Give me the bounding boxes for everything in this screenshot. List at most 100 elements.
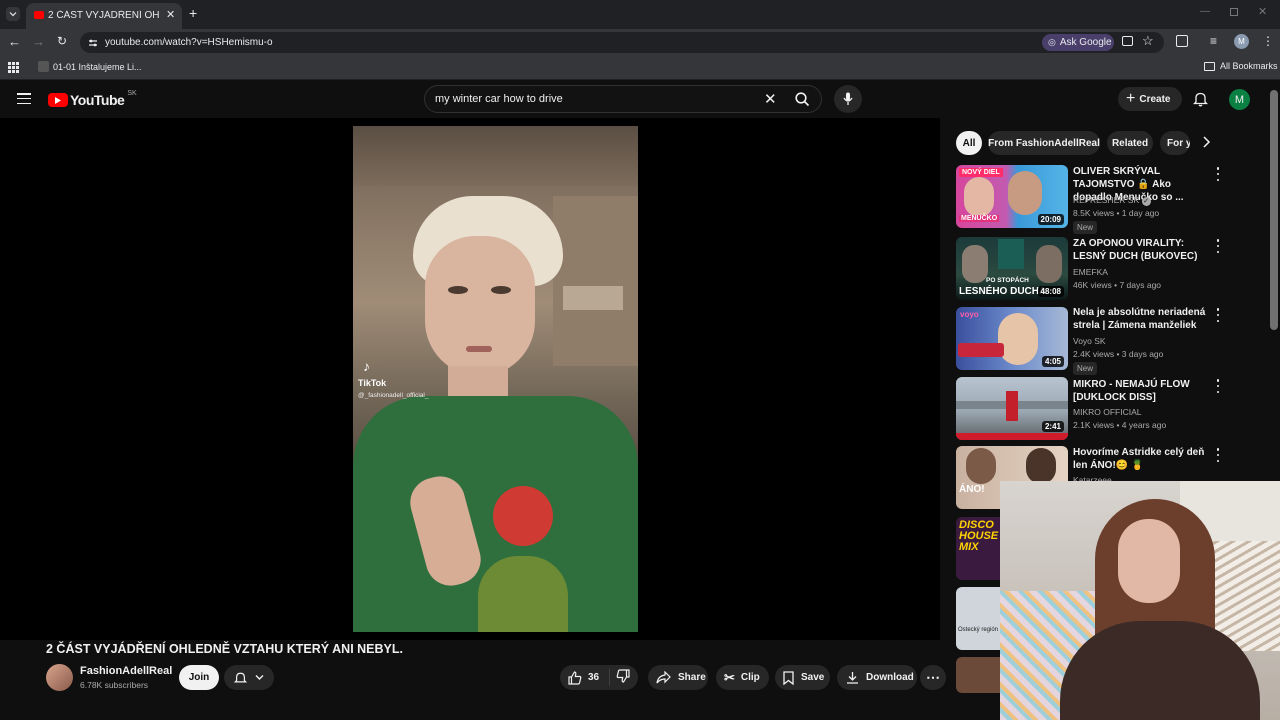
save-label: Save bbox=[801, 672, 825, 683]
more-options-icon[interactable] bbox=[1212, 167, 1224, 181]
apps-grid-icon[interactable] bbox=[8, 62, 19, 73]
more-actions-icon[interactable]: ⋯ bbox=[920, 665, 946, 690]
video-thumbnail[interactable]: 2:41 bbox=[956, 377, 1068, 440]
channel-name[interactable]: FashionAdellReal bbox=[80, 665, 172, 677]
more-options-icon[interactable] bbox=[1212, 239, 1224, 253]
download-button[interactable]: Download bbox=[837, 665, 917, 690]
recommendation-meta: 8.5K views • 1 day ago bbox=[1073, 208, 1160, 218]
lens-icon: ◎ bbox=[1048, 37, 1056, 47]
bookmark-star-icon[interactable]: ☆ bbox=[1142, 33, 1154, 49]
active-tab[interactable]: 2 ČÁST VYJÁDŘENÍ OHLEDNÉ V ✕ bbox=[26, 3, 182, 29]
bell-icon bbox=[234, 672, 247, 683]
url-text: youtube.com/watch?v=HSHemismu-o bbox=[105, 37, 273, 48]
more-options-icon[interactable] bbox=[1212, 448, 1224, 462]
account-avatar[interactable]: M bbox=[1229, 89, 1250, 110]
clip-button[interactable]: ✂ Clip bbox=[716, 665, 769, 690]
bookmarks-bar: 01-01 Inštalujeme Li... All Bookmarks bbox=[0, 56, 1280, 80]
recommendation-title[interactable]: Hovoríme Astridke celý deň len ÁNO!😊 🍍 bbox=[1073, 446, 1208, 472]
video-thumbnail[interactable]: DISCO HOUSE MIX bbox=[956, 517, 1006, 580]
reading-list-icon[interactable]: ≡ bbox=[1210, 34, 1217, 48]
recommendation-meta: 2.1K views • 4 years ago bbox=[1073, 420, 1167, 430]
close-tab-icon[interactable]: ✕ bbox=[166, 8, 175, 21]
verified-badge-icon: ✓ bbox=[1141, 197, 1151, 206]
share-button[interactable]: Share bbox=[648, 665, 708, 690]
browser-menu-icon[interactable]: ⋮ bbox=[1262, 34, 1274, 48]
reload-icon[interactable]: ↻ bbox=[57, 34, 67, 48]
restore-icon[interactable] bbox=[1230, 8, 1238, 16]
chip-related[interactable]: Related bbox=[1107, 131, 1153, 155]
search-box[interactable]: my winter car how to drive ✕ bbox=[424, 85, 822, 113]
more-options-icon[interactable] bbox=[1212, 379, 1224, 393]
save-button[interactable]: Save bbox=[775, 665, 830, 690]
join-button[interactable]: Join bbox=[179, 665, 219, 690]
channel-avatar[interactable] bbox=[46, 664, 73, 691]
subscription-bell-button[interactable] bbox=[224, 665, 274, 690]
tab-title: 2 ČÁST VYJÁDŘENÍ OHLEDNÉ V bbox=[48, 10, 160, 21]
more-options-icon[interactable] bbox=[1212, 308, 1224, 322]
ask-google-label: Ask Google bbox=[1059, 37, 1112, 48]
new-tab-icon[interactable]: + bbox=[189, 5, 197, 21]
create-button[interactable]: + Create bbox=[1118, 87, 1182, 111]
download-label: Download bbox=[866, 672, 914, 683]
like-count: 36 bbox=[588, 672, 600, 683]
clear-search-icon[interactable]: ✕ bbox=[764, 90, 777, 108]
video-thumbnail[interactable]: NOVÝ DIEL MENUČKO 20:09 bbox=[956, 165, 1068, 228]
voice-search-button[interactable] bbox=[834, 85, 862, 113]
video-thumbnail[interactable] bbox=[956, 657, 1006, 693]
download-icon bbox=[847, 672, 858, 684]
recommendation-title[interactable]: MIKRO - NEMAJÚ FLOW [DUKLOCK DISS] bbox=[1073, 378, 1208, 404]
scissors-icon: ✂ bbox=[724, 669, 735, 685]
recommendation-meta: 2.4K views • 3 days ago bbox=[1073, 349, 1164, 359]
video-thumbnail[interactable]: Ostecký región bbox=[956, 587, 1006, 650]
youtube-logo[interactable]: YouTube SK bbox=[48, 90, 137, 108]
thumbnail-text: PO STOPÁCH bbox=[986, 277, 1029, 284]
ask-google-button[interactable]: ◎ Ask Google bbox=[1042, 34, 1114, 51]
chip-all[interactable]: All bbox=[956, 131, 982, 155]
video-thumbnail[interactable]: PO STOPÁCH LESNÉHO DUCHA 48:08 bbox=[956, 237, 1068, 300]
bookmark-item[interactable]: 01-01 Inštalujeme Li... bbox=[38, 61, 142, 72]
save-bookmark-icon bbox=[783, 670, 794, 685]
like-button[interactable]: 36 bbox=[560, 669, 610, 686]
clip-label: Clip bbox=[740, 672, 760, 683]
video-title: 2 ČÁST VYJÁDŘENÍ OHLEDNĚ VZTAHU KTERÝ AN… bbox=[46, 642, 403, 656]
bookmark-favicon-icon bbox=[38, 61, 49, 72]
chip-from-channel[interactable]: From FashionAdellReal bbox=[988, 131, 1100, 155]
thumbnail-text: MENUČKO bbox=[959, 215, 1000, 222]
cast-icon[interactable] bbox=[1122, 36, 1133, 46]
minimize-icon[interactable]: — bbox=[1200, 6, 1210, 17]
thumbnail-text: ÁNO! bbox=[959, 484, 985, 495]
back-icon[interactable]: ← bbox=[8, 34, 21, 49]
page-scrollbar-thumb[interactable] bbox=[1270, 90, 1278, 330]
duration-badge: 48:08 bbox=[1037, 286, 1064, 297]
all-bookmarks-button[interactable]: All Bookmarks bbox=[1204, 61, 1278, 71]
youtube-play-logo-icon bbox=[48, 93, 68, 107]
chip-for-you[interactable]: For y bbox=[1160, 131, 1190, 155]
youtube-favicon-icon bbox=[34, 11, 44, 19]
video-player[interactable]: ♪ TikTok @_fashionadell_official_ bbox=[0, 118, 940, 640]
chevron-right-icon[interactable] bbox=[1201, 135, 1211, 154]
search-input[interactable]: my winter car how to drive bbox=[435, 93, 563, 105]
close-window-icon[interactable]: ✕ bbox=[1258, 5, 1267, 18]
recommendation-channel: Voyo SK bbox=[1073, 336, 1106, 346]
profile-avatar[interactable]: M bbox=[1234, 34, 1249, 49]
dislike-button[interactable] bbox=[610, 669, 630, 686]
search-icon[interactable] bbox=[795, 92, 810, 112]
site-info-icon[interactable] bbox=[87, 36, 99, 48]
all-bookmarks-label: All Bookmarks bbox=[1220, 61, 1278, 71]
recommendation-title[interactable]: Nela je absolútne neriadená strela | Zám… bbox=[1073, 306, 1208, 332]
thumbnail-text: NOVÝ DIEL bbox=[959, 168, 1003, 177]
hamburger-menu-icon[interactable] bbox=[17, 93, 31, 104]
recommendation-title[interactable]: ZA OPONOU VIRALITY: LESNÝ DUCH (BUKOVEC) bbox=[1073, 237, 1208, 263]
forward-icon[interactable]: → bbox=[32, 34, 45, 49]
extensions-icon[interactable] bbox=[1176, 35, 1188, 47]
tab-search-button[interactable] bbox=[6, 7, 20, 21]
address-bar[interactable]: youtube.com/watch?v=HSHemismu-o ◎ Ask Go… bbox=[80, 32, 1164, 53]
video-thumbnail[interactable]: voyo 4:05 bbox=[956, 307, 1068, 370]
recommendation-meta: 46K views • 7 days ago bbox=[1073, 280, 1162, 290]
duration-badge: 2:41 bbox=[1041, 421, 1064, 432]
video-frame: ♪ TikTok @_fashionadell_official_ bbox=[353, 126, 638, 632]
recommendation-channel: REFRESHER SK ✓ bbox=[1073, 195, 1151, 206]
notifications-bell-icon[interactable] bbox=[1192, 91, 1209, 112]
chevron-down-icon bbox=[255, 675, 264, 680]
subscriber-count: 6.78K subscribers bbox=[80, 680, 149, 690]
